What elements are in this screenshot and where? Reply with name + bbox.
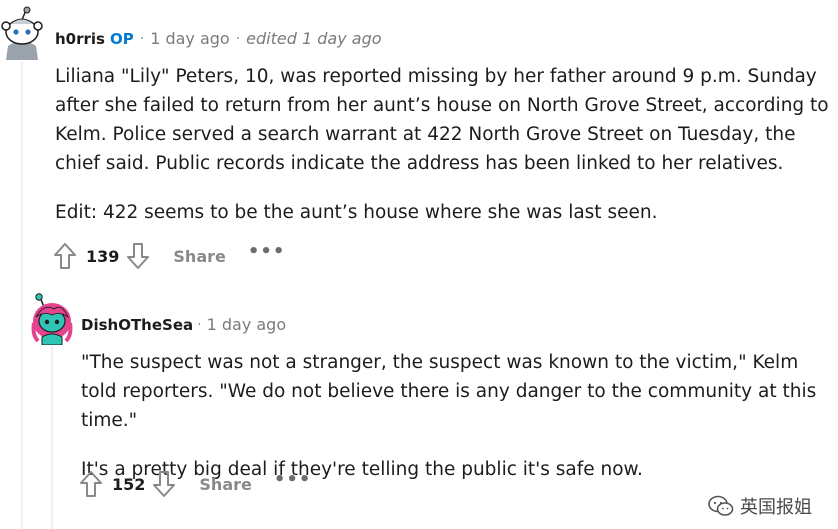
upvote-arrow-icon: [54, 243, 76, 269]
comment-meta: DishOTheSea · 1 day ago: [81, 315, 286, 334]
upvote-button[interactable]: [78, 469, 104, 499]
vote-score: 152: [112, 474, 146, 494]
comment-timestamp[interactable]: 1 day ago: [207, 315, 287, 334]
edited-label: edited 1 day ago: [246, 29, 382, 48]
comment-body: "The suspect was not a stranger, the sus…: [81, 348, 831, 484]
op-badge: OP: [109, 29, 134, 48]
meta-separator: ·: [197, 316, 202, 333]
share-button[interactable]: Share: [173, 247, 225, 266]
comment-meta: h0rris OP · 1 day ago · edited 1 day ago: [55, 29, 382, 48]
comment-thread: h0rris OP · 1 day ago · edited 1 day ago…: [0, 0, 838, 529]
snoo-avatar-icon: [1, 6, 43, 60]
comment-paragraph: Liliana "Lily" Peters, 10, was reported …: [55, 66, 829, 174]
watermark: 英国报姐: [708, 493, 812, 519]
avatar[interactable]: [0, 6, 44, 60]
downvote-button[interactable]: [151, 469, 177, 499]
watermark-text: 英国报姐: [740, 497, 812, 518]
more-options-button[interactable]: •••: [248, 243, 286, 265]
comment-paragraph: "The suspect was not a stranger, the sus…: [81, 352, 817, 431]
comment-actions: 152 Share •••: [78, 469, 311, 499]
wechat-icon: [708, 495, 734, 516]
comment-body: Liliana "Lily" Peters, 10, was reported …: [55, 62, 830, 227]
downvote-arrow-icon: [127, 243, 150, 269]
downvote-button[interactable]: [125, 241, 151, 271]
more-options-button[interactable]: •••: [274, 471, 312, 493]
avatar[interactable]: [30, 293, 74, 346]
upvote-button[interactable]: [52, 241, 78, 271]
comment-paragraph: Edit: 422 seems to be the aunt’s house w…: [55, 202, 658, 223]
author-name[interactable]: h0rris: [55, 30, 105, 48]
upvote-arrow-icon: [80, 471, 102, 497]
vote-score: 139: [86, 246, 120, 266]
comment-timestamp[interactable]: 1 day ago: [150, 29, 230, 48]
thread-line-root[interactable]: [21, 62, 23, 529]
meta-separator: ·: [139, 30, 145, 47]
share-button[interactable]: Share: [199, 475, 251, 494]
thread-line-reply[interactable]: [51, 346, 53, 529]
meta-separator: ·: [235, 30, 241, 47]
author-name[interactable]: DishOTheSea: [81, 316, 193, 334]
downvote-arrow-icon: [153, 471, 176, 497]
snoo-avatar-pink-hair-icon: [31, 293, 73, 346]
comment-actions: 139 Share •••: [52, 241, 285, 271]
